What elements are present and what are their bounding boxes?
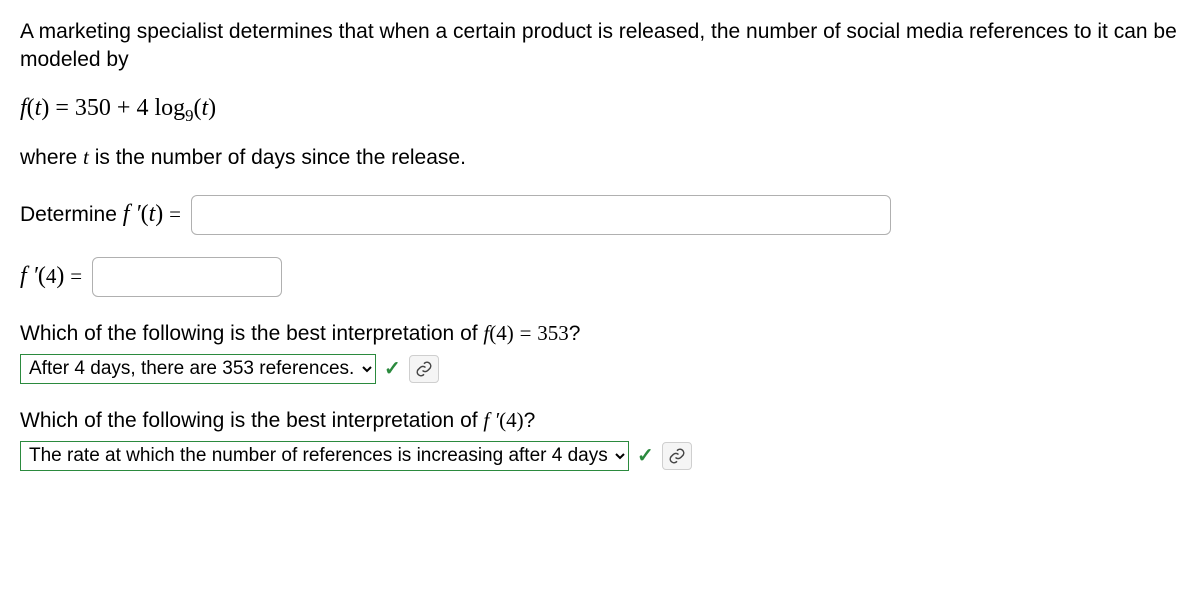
- q1-answer-row: After 4 days, there are 353 references. …: [20, 354, 1180, 384]
- q1-prompt: Which of the following is the best inter…: [20, 321, 1180, 346]
- fprime4-input[interactable]: [92, 257, 282, 297]
- model-equation: f(t) = 350 + 4 log9(t): [20, 95, 1180, 126]
- problem-context: where t is the number of days since the …: [20, 143, 1180, 172]
- equals-1: =: [169, 202, 181, 226]
- q1-select[interactable]: After 4 days, there are 353 references.: [20, 354, 376, 384]
- equals-2: =: [70, 264, 82, 288]
- eq-log-base: 9: [185, 105, 193, 124]
- link-icon: [668, 447, 686, 465]
- link-button[interactable]: [662, 442, 692, 470]
- fprime-var-t: f ′: [123, 201, 141, 227]
- link-icon: [415, 360, 433, 378]
- derivative-input-row: Determine f ′(t) =: [20, 195, 1180, 235]
- link-button[interactable]: [409, 355, 439, 383]
- eq-const: 350: [75, 95, 111, 121]
- problem-intro: A marketing specialist determines that w…: [20, 18, 1180, 75]
- fprime-arg-4: 4: [46, 264, 57, 288]
- derivative-input[interactable]: [191, 195, 891, 235]
- derivative-label-prefix: Determine: [20, 203, 123, 226]
- fprime4-label: f ′(4) =: [20, 263, 82, 290]
- q1-prefix: Which of the following is the best inter…: [20, 322, 483, 345]
- q1-arg: 4: [496, 321, 507, 345]
- fprime-var-4: f ′: [20, 263, 38, 289]
- q2-suffix: ?: [524, 409, 536, 432]
- q2-prompt: Which of the following is the best inter…: [20, 408, 1180, 433]
- q1-eq: =: [520, 321, 532, 345]
- derivative-label: Determine f ′(t) =: [20, 201, 181, 228]
- q1-suffix: ?: [569, 322, 581, 345]
- check-icon: ✓: [384, 359, 401, 379]
- q2-prefix: Which of the following is the best inter…: [20, 409, 483, 432]
- fprime4-input-row: f ′(4) =: [20, 257, 1180, 297]
- q2-var: f ′: [483, 408, 499, 432]
- q1-val: 353: [537, 321, 569, 345]
- check-icon: ✓: [637, 446, 654, 466]
- q2-select[interactable]: The rate at which the number of referenc…: [20, 441, 629, 471]
- q2-arg: 4: [506, 408, 517, 432]
- eq-lhs-var: f: [20, 95, 27, 121]
- q2-answer-row: The rate at which the number of referenc…: [20, 441, 1180, 471]
- eq-coef: 4: [136, 95, 148, 121]
